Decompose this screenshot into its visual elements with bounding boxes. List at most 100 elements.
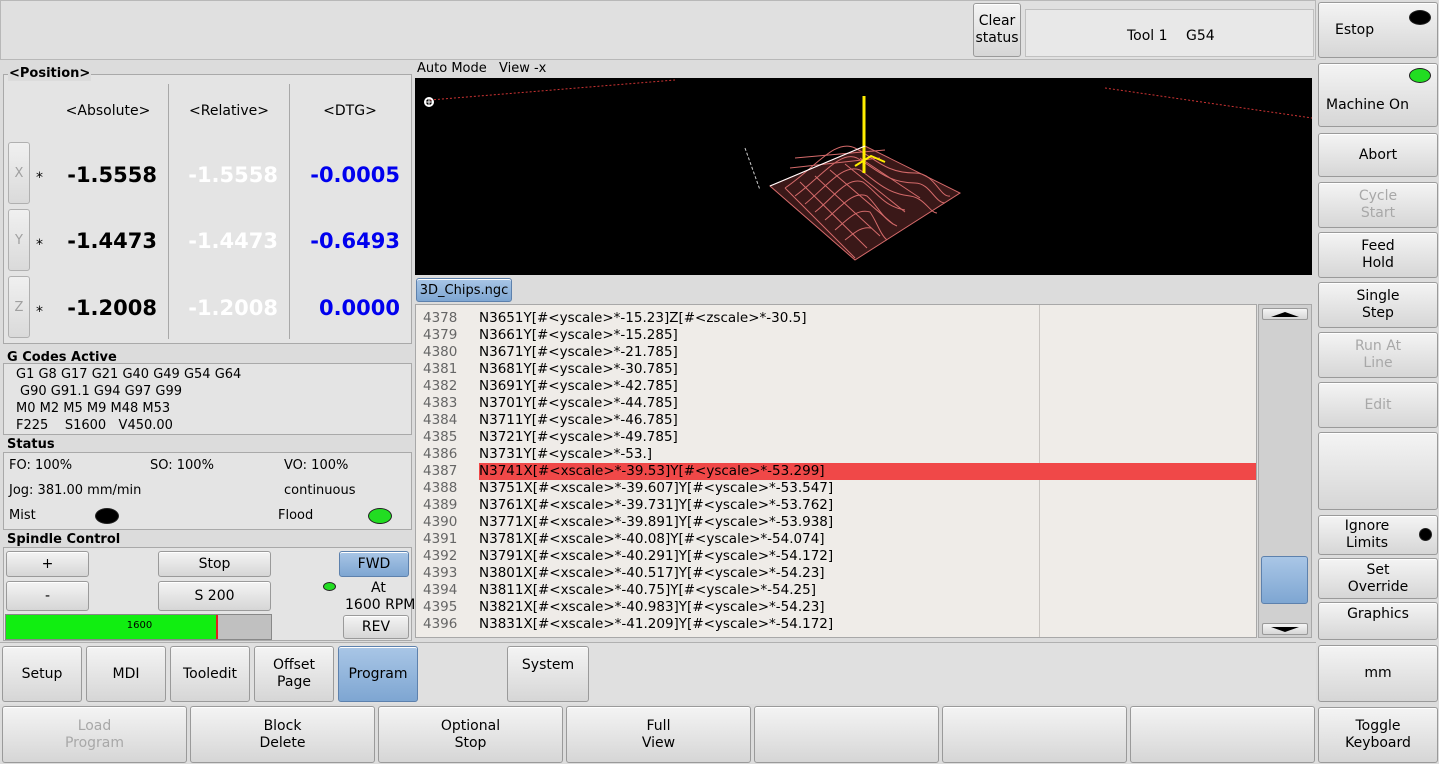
block-delete-button[interactable]: Block Delete (190, 706, 375, 763)
table-row[interactable]: 4390 N3771X[#<xscale>*-39.891]Y[#<yscale>… (416, 514, 1256, 531)
cycle-start-button[interactable]: Cycle Start (1318, 182, 1438, 228)
load-program-button[interactable]: Load Program (2, 706, 187, 763)
machine-on-label: Machine On (1326, 96, 1409, 113)
file-tab[interactable]: 3D_Chips.ngc (416, 278, 512, 302)
table-row[interactable]: 4393 N3801X[#<xscale>*-40.517]Y[#<yscale>… (416, 565, 1256, 582)
table-row[interactable]: 4382 N3691Y[#<yscale>*-42.785] (416, 378, 1256, 395)
feed-hold-button[interactable]: Feed Hold (1318, 232, 1438, 278)
axis-x-button[interactable]: X (8, 142, 30, 204)
line-number: 4386 (423, 446, 458, 462)
tab-mdi[interactable]: MDI (86, 646, 166, 702)
run-at-line-button[interactable]: Run At Line (1318, 332, 1438, 378)
spindle-rpm-label: 1600 RPM (345, 597, 416, 613)
set-override-button[interactable]: Set Override (1318, 558, 1438, 599)
units-button[interactable]: mm (1318, 645, 1438, 702)
table-row[interactable]: 4386 N3731Y[#<yscale>*-53.] (416, 446, 1256, 463)
scroll-down-arrow-icon[interactable] (1262, 623, 1308, 635)
ignore-limits-label: Ignore Limits (1344, 518, 1390, 551)
ignore-limits-led (1419, 528, 1432, 541)
table-row[interactable]: 4395 N3821X[#<xscale>*-40.983]Y[#<yscale>… (416, 599, 1256, 616)
table-row[interactable]: 4383 N3701Y[#<yscale>*-44.785] (416, 395, 1256, 412)
blank-bottom-button-1[interactable] (754, 706, 939, 763)
abort-button[interactable]: Abort (1318, 133, 1438, 177)
table-row[interactable]: 4388 N3751X[#<xscale>*-39.607]Y[#<yscale>… (416, 480, 1256, 497)
axis-z-button[interactable]: Z (8, 276, 30, 338)
tab-offset-page[interactable]: Offset Page (254, 646, 334, 702)
gcode-text: N3801X[#<xscale>*-40.517]Y[#<yscale>*-54… (479, 565, 825, 581)
scroll-up-arrow-icon[interactable] (1262, 308, 1308, 320)
table-row[interactable]: 4384 N3711Y[#<yscale>*-46.785] (416, 412, 1256, 429)
table-row[interactable]: 4387 N3741X[#<xscale>*-39.53]Y[#<yscale>*… (416, 463, 1256, 480)
line-number: 4380 (423, 344, 458, 360)
blank-right-button[interactable] (1318, 432, 1438, 510)
gcode-text: N3771X[#<xscale>*-39.891]Y[#<yscale>*-53… (479, 514, 834, 530)
gcodes-line-1: G1 G8 G17 G21 G40 G49 G54 G64 (16, 367, 242, 382)
tool-label: Tool 1 (1127, 28, 1168, 44)
spindle-at-speed-led (323, 582, 336, 591)
gcode-text: N3661Y[#<yscale>*-15.285] (479, 327, 678, 343)
table-row[interactable]: 4380 N3671Y[#<yscale>*-21.785] (416, 344, 1256, 361)
origin-marker-icon (424, 97, 434, 107)
spindle-speed-bar: 1600 (5, 614, 272, 640)
mist-label: Mist (9, 508, 36, 523)
gcode-text: N3761X[#<xscale>*-39.731]Y[#<yscale>*-53… (479, 497, 834, 513)
work-offset-label: G54 (1186, 28, 1215, 44)
table-row[interactable]: 4381 N3681Y[#<yscale>*-30.785] (416, 361, 1256, 378)
table-row[interactable]: 4391 N3781X[#<xscale>*-40.08]Y[#<yscale>*… (416, 531, 1256, 548)
full-view-button[interactable]: Full View (566, 706, 751, 763)
line-number: 4384 (423, 412, 458, 428)
gcode-text: N3721Y[#<yscale>*-49.785] (479, 429, 678, 445)
tab-system[interactable]: System (507, 646, 589, 702)
table-row[interactable]: 4379 N3661Y[#<yscale>*-15.285] (416, 327, 1256, 344)
flood-led (368, 508, 392, 524)
table-row[interactable]: 4392 N3791X[#<xscale>*-40.291]Y[#<yscale>… (416, 548, 1256, 565)
line-number: 4381 (423, 361, 458, 377)
axis-y-button[interactable]: Y (8, 209, 30, 271)
x-dtg: -0.0005 (310, 163, 400, 187)
relative-header: <Relative> (189, 103, 269, 119)
table-row[interactable]: 4389 N3761X[#<xscale>*-39.731]Y[#<yscale>… (416, 497, 1256, 514)
spindle-increase-button[interactable]: + (6, 551, 89, 577)
table-row[interactable]: 4385 N3721Y[#<yscale>*-49.785] (416, 429, 1256, 446)
y-relative: -1.4473 (188, 229, 278, 253)
gcode-listing[interactable]: 4378 N3651Y[#<yscale>*-15.23]Z[#<zscale>*… (415, 304, 1257, 638)
gcode-text: N3821X[#<xscale>*-40.983]Y[#<yscale>*-54… (479, 599, 825, 615)
spindle-title: Spindle Control (7, 532, 121, 547)
scroll-thumb[interactable] (1261, 556, 1308, 604)
tab-tooledit[interactable]: Tooledit (170, 646, 250, 702)
graphics-button[interactable]: Graphics (1318, 602, 1438, 640)
clear-status-button[interactable]: Clear status (973, 3, 1021, 57)
table-row[interactable]: 4394 N3811X[#<xscale>*-40.75]Y[#<yscale>*… (416, 582, 1256, 599)
table-row[interactable]: 4378 N3651Y[#<yscale>*-15.23]Z[#<zscale>*… (416, 310, 1256, 327)
toolpath-preview[interactable] (415, 78, 1312, 275)
preview-view-label: View -x (499, 61, 547, 76)
blank-bottom-button-2[interactable] (942, 706, 1127, 763)
table-row[interactable]: 4396 N3831X[#<xscale>*-41.209]Y[#<yscale>… (416, 616, 1256, 633)
tab-system-label: System (521, 657, 575, 673)
toggle-keyboard-button[interactable]: Toggle Keyboard (1318, 707, 1438, 763)
gcodes-line-3: M0 M2 M5 M9 M48 M53 (16, 401, 171, 416)
velocity-override: VO: 100% (284, 458, 349, 473)
y-absolute: -1.4473 (67, 229, 157, 253)
line-number: 4391 (423, 531, 458, 547)
absolute-header: <Absolute> (65, 103, 151, 119)
tab-setup[interactable]: Setup (2, 646, 82, 702)
gcode-text: N3741X[#<xscale>*-39.53]Y[#<yscale>*-53.… (479, 463, 1256, 480)
z-relative: -1.2008 (188, 296, 278, 320)
gcodes-line-2: G90 G91.1 G94 G97 G99 (20, 384, 183, 399)
spindle-reverse-button[interactable]: REV (343, 615, 409, 639)
gcode-scrollbar[interactable] (1258, 304, 1312, 638)
edit-button[interactable]: Edit (1318, 382, 1438, 428)
spindle-forward-button[interactable]: FWD (339, 551, 409, 577)
spindle-decrease-button[interactable]: - (6, 581, 89, 611)
single-step-button[interactable]: Single Step (1318, 282, 1438, 328)
tab-program[interactable]: Program (338, 646, 418, 702)
spindle-stop-button[interactable]: Stop (158, 551, 271, 577)
status-title: Status (7, 437, 55, 452)
optional-stop-button[interactable]: Optional Stop (378, 706, 563, 763)
gcode-text: N3651Y[#<yscale>*-15.23]Z[#<zscale>*-30.… (479, 310, 807, 326)
machine-on-led (1409, 68, 1431, 83)
blank-bottom-button-3[interactable] (1130, 706, 1315, 763)
spindle-speed-button[interactable]: S 200 (158, 581, 271, 611)
line-number: 4387 (423, 463, 458, 479)
